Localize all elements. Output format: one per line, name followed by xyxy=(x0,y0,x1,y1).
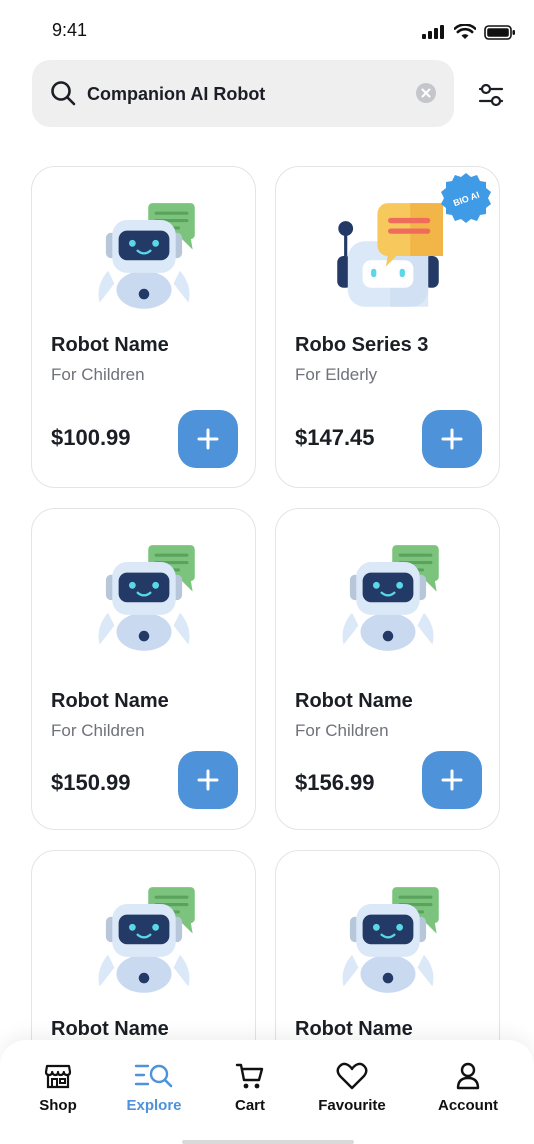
product-card[interactable]: BIO AI Robo Series 3 For Elderly $147.45 xyxy=(275,166,500,488)
shop-icon xyxy=(44,1064,72,1089)
product-name: Robot Name xyxy=(51,690,169,712)
product-card[interactable]: Robot Name For Children $150.99 xyxy=(31,508,256,830)
product-card[interactable]: Robot Name For Children $156.99 xyxy=(275,508,500,830)
plus-icon xyxy=(441,428,463,450)
bottom-tab-bar: Shop Explore Cart Favourite Account xyxy=(0,1040,534,1144)
kid-robot-chat-illustration xyxy=(340,543,440,653)
plus-icon xyxy=(197,769,219,791)
plus-icon xyxy=(197,428,219,450)
status-bar: 9:41 xyxy=(0,0,534,60)
search-box[interactable] xyxy=(32,60,454,127)
heart-icon xyxy=(336,1062,368,1090)
bio-ai-badge: BIO AI xyxy=(441,173,491,223)
home-indicator xyxy=(182,1140,354,1144)
tab-explore[interactable]: Explore xyxy=(104,1062,204,1114)
search-input[interactable] xyxy=(87,78,407,110)
tab-account[interactable]: Account xyxy=(418,1062,518,1114)
cart-icon xyxy=(235,1063,264,1089)
filter-icon xyxy=(478,83,504,107)
product-subtitle: For Children xyxy=(51,365,145,384)
product-price: $156.99 xyxy=(295,770,375,795)
product-price: $147.45 xyxy=(295,425,375,450)
tab-label: Shop xyxy=(39,1097,77,1114)
product-subtitle: For Children xyxy=(295,721,389,740)
product-subtitle: For Elderly xyxy=(295,365,378,384)
tab-label: Account xyxy=(438,1097,498,1114)
product-card[interactable]: Robot Name For Children $100.99 xyxy=(31,166,256,488)
product-name: Robo Series 3 xyxy=(295,334,429,356)
search-icon xyxy=(51,81,76,106)
product-subtitle: For Children xyxy=(51,721,145,740)
filter-button[interactable] xyxy=(472,76,510,114)
tab-cart[interactable]: Cart xyxy=(200,1062,300,1114)
kid-robot-chat-illustration xyxy=(96,885,196,995)
tab-label: Favourite xyxy=(318,1097,386,1114)
add-to-cart-button[interactable] xyxy=(178,751,238,809)
signal-icon xyxy=(422,25,444,39)
elderly-robot-chat-illustration xyxy=(335,201,443,309)
product-name: Robot Name xyxy=(51,1018,169,1040)
tab-label: Cart xyxy=(234,1097,265,1114)
wifi-icon xyxy=(454,24,476,39)
kid-robot-chat-illustration xyxy=(340,885,440,995)
battery-icon xyxy=(484,24,515,40)
plus-icon xyxy=(441,769,463,791)
product-price: $100.99 xyxy=(51,425,131,450)
product-price: $150.99 xyxy=(51,770,131,795)
add-to-cart-button[interactable] xyxy=(178,410,238,468)
product-name: Robot Name xyxy=(295,690,413,712)
kid-robot-chat-illustration xyxy=(96,543,196,653)
status-time: 9:41 xyxy=(52,20,88,40)
tab-favourite[interactable]: Favourite xyxy=(302,1062,402,1114)
product-name: Robot Name xyxy=(51,334,169,356)
status-icons xyxy=(422,24,516,40)
explore-icon xyxy=(134,1064,173,1088)
search-row xyxy=(32,60,512,128)
add-to-cart-button[interactable] xyxy=(422,751,482,809)
tab-shop[interactable]: Shop xyxy=(8,1062,108,1114)
product-name: Robot Name xyxy=(295,1018,413,1040)
add-to-cart-button[interactable] xyxy=(422,410,482,468)
tab-label: Explore xyxy=(126,1097,182,1114)
user-icon xyxy=(456,1062,480,1090)
kid-robot-chat-illustration xyxy=(96,201,196,311)
clear-search-icon[interactable] xyxy=(416,83,436,103)
